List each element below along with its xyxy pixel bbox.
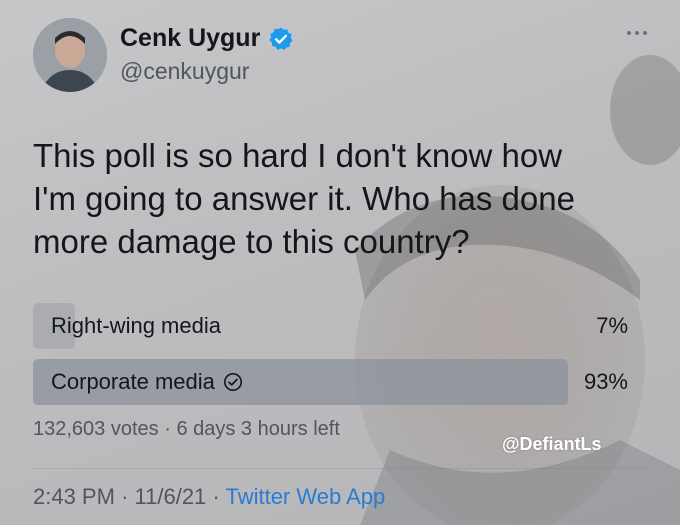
poll: Right-wing media 7% Corporate media 93% bbox=[33, 303, 633, 415]
tweet-source-link[interactable]: Twitter Web App bbox=[225, 484, 385, 509]
timestamp: 2:43 PM · 11/6/21 · Twitter Web App bbox=[33, 484, 385, 510]
poll-option-label: Corporate media bbox=[51, 369, 243, 395]
poll-option-percent: 93% bbox=[583, 369, 628, 394]
watermark: @DefiantLs bbox=[502, 434, 602, 454]
tweet-text-line: I'm going to answer it. Who has done bbox=[33, 180, 575, 217]
poll-time-left: 6 days 3 hours left bbox=[176, 418, 340, 440]
poll-option-corporate[interactable]: Corporate media 93% bbox=[33, 359, 633, 405]
poll-option-percent: 7% bbox=[596, 313, 628, 338]
tweet-time[interactable]: 2:43 PM bbox=[33, 484, 115, 509]
handle[interactable]: @cenkuygur bbox=[120, 58, 249, 85]
tweet-text-line: This poll is so hard I don't know how bbox=[33, 137, 563, 174]
tweet-date[interactable]: 11/6/21 bbox=[135, 484, 207, 509]
verified-badge-icon bbox=[269, 27, 293, 50]
poll-separator: · bbox=[164, 418, 171, 440]
poll-option-right-wing[interactable]: Right-wing media 7% bbox=[33, 303, 633, 349]
check-circle-icon bbox=[223, 373, 242, 391]
poll-option-label: Right-wing media bbox=[51, 313, 221, 338]
divider bbox=[33, 468, 648, 469]
timestamp-separator: · bbox=[212, 484, 220, 509]
tweet-text-line: more damage to this country? bbox=[33, 223, 470, 260]
more-options-icon[interactable] bbox=[622, 26, 652, 40]
poll-votes: 132,603 votes bbox=[33, 418, 159, 440]
tweet-card: Cenk Uygur @cenkuygur This poll is so ha… bbox=[0, 0, 680, 525]
poll-meta: 132,603 votes · 6 days 3 hours left bbox=[33, 418, 340, 441]
tweet-text: This poll is so hard I don't know how I'… bbox=[33, 134, 633, 263]
display-name[interactable]: Cenk Uygur bbox=[120, 24, 260, 53]
avatar[interactable] bbox=[33, 18, 107, 92]
timestamp-separator: · bbox=[121, 484, 129, 509]
